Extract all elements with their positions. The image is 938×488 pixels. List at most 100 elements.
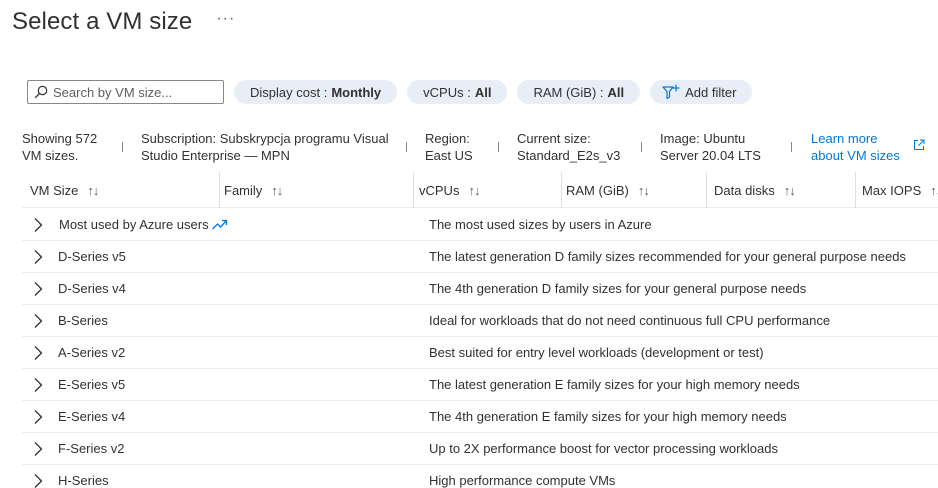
vm-count-line-1: Showing 572 bbox=[22, 131, 98, 146]
chevron-right-icon[interactable] bbox=[32, 441, 44, 457]
search-icon bbox=[34, 85, 48, 99]
series-description: High performance compute VMs bbox=[429, 473, 616, 488]
image-line-1: Image: Ubuntu bbox=[660, 131, 746, 146]
current-size-line-2: Standard_E2s_v3 bbox=[517, 148, 621, 163]
subscription-line-1: Subscription: Subskrypcja programu Visua… bbox=[141, 131, 389, 146]
sort-icon: ↑↓ bbox=[637, 182, 650, 198]
region-line-2: East US bbox=[425, 148, 473, 163]
series-description: Ideal for workloads that do not need con… bbox=[429, 313, 831, 328]
column-header-label: Family bbox=[224, 182, 263, 198]
vcpus-filter-value: All bbox=[474, 84, 492, 100]
table-row[interactable]: H-Series High performance compute VMs bbox=[22, 465, 938, 488]
vm-series-list: Most used by Azure users The most used s… bbox=[22, 209, 938, 488]
subscription-line-2: Studio Enterprise — MPN bbox=[141, 148, 290, 163]
image-line-2: Server 20.04 LTS bbox=[660, 148, 761, 163]
column-header-max-iops[interactable]: Max IOPS ↑↓ bbox=[854, 172, 938, 208]
add-filter-icon bbox=[662, 84, 680, 100]
title-row: Select a VM size ··· bbox=[12, 8, 235, 36]
chevron-right-icon[interactable] bbox=[32, 313, 44, 329]
sort-icon: ↑↓ bbox=[271, 182, 283, 198]
page-title: Select a VM size bbox=[12, 8, 193, 35]
trending-up-icon bbox=[212, 219, 228, 230]
table-row[interactable]: E-Series v4 The 4th generation E family … bbox=[22, 401, 938, 433]
image-info: Image: Ubuntu Server 20.04 LTS bbox=[660, 130, 761, 164]
series-description: The most used sizes by users in Azure bbox=[429, 217, 652, 232]
series-name: A-Series v2 bbox=[58, 345, 126, 360]
sort-icon: ↑↓ bbox=[87, 182, 99, 198]
more-options-button[interactable]: ··· bbox=[216, 10, 235, 28]
ram-filter[interactable]: RAM (GiB) : All bbox=[517, 80, 641, 104]
vcpus-filter-label: vCPUs : bbox=[423, 84, 471, 100]
divider bbox=[641, 142, 642, 152]
vm-count: Showing 572 VM sizes. bbox=[22, 130, 97, 164]
current-size-line-1: Current size: bbox=[517, 131, 591, 146]
divider bbox=[122, 142, 123, 152]
column-header-label: RAM (GiB) bbox=[566, 182, 629, 198]
learn-more-line-2: about VM sizes bbox=[811, 148, 900, 163]
search-input[interactable] bbox=[53, 84, 213, 100]
series-name: E-Series v5 bbox=[58, 377, 126, 392]
display-cost-filter-value: Monthly bbox=[331, 84, 382, 100]
series-name: E-Series v4 bbox=[58, 409, 126, 424]
column-header-label: Data disks bbox=[714, 182, 775, 198]
learn-more-link[interactable]: Learn more about VM sizes bbox=[811, 130, 900, 164]
table-row[interactable]: Most used by Azure users The most used s… bbox=[22, 209, 938, 241]
column-header-label: vCPUs bbox=[419, 182, 460, 198]
series-description: Best suited for entry level workloads (d… bbox=[429, 345, 764, 360]
divider bbox=[406, 142, 407, 152]
chevron-right-icon[interactable] bbox=[32, 345, 44, 361]
column-header-label: VM Size bbox=[30, 182, 79, 198]
column-header-ram[interactable]: RAM (GiB) ↑↓ bbox=[558, 172, 706, 208]
table-row[interactable]: E-Series v5 The latest generation E fami… bbox=[22, 369, 938, 401]
table-row[interactable]: B-Series Ideal for workloads that do not… bbox=[22, 305, 938, 337]
series-name: D-Series v5 bbox=[58, 249, 126, 264]
chevron-right-icon[interactable] bbox=[32, 377, 44, 393]
ram-filter-label: RAM (GiB) : bbox=[533, 84, 604, 100]
series-description: The 4th generation E family sizes for yo… bbox=[429, 409, 787, 424]
chevron-right-icon[interactable] bbox=[32, 409, 44, 425]
chevron-right-icon[interactable] bbox=[32, 249, 44, 265]
vm-size-page: Select a VM size ··· Display cost :Month… bbox=[0, 0, 938, 488]
divider bbox=[498, 142, 499, 152]
series-description: Up to 2X performance boost for vector pr… bbox=[429, 441, 779, 456]
subscription-info: Subscription: Subskrypcja programu Visua… bbox=[141, 130, 389, 164]
series-name: Most used by Azure users bbox=[59, 217, 209, 232]
add-filter-label: Add filter bbox=[685, 84, 737, 100]
region-info: Region: East US bbox=[425, 130, 473, 164]
table-row[interactable]: D-Series v4 The 4th generation D family … bbox=[22, 273, 938, 305]
column-header-data-disks[interactable]: Data disks ↑↓ bbox=[706, 172, 854, 208]
toolbar: Display cost :Monthly vCPUs :All RAM (Gi… bbox=[27, 80, 753, 104]
table-row[interactable]: F-Series v2 Up to 2X performance boost f… bbox=[22, 433, 938, 465]
chevron-right-icon[interactable] bbox=[32, 217, 44, 233]
column-header-vm-size[interactable]: VM Size ↑↓ bbox=[22, 172, 219, 208]
current-size-info: Current size: Standard_E2s_v3 bbox=[517, 130, 620, 164]
column-header-family[interactable]: Family ↑↓ bbox=[216, 172, 412, 208]
vm-count-line-2: VM sizes. bbox=[22, 148, 79, 163]
sort-icon: ↑↓ bbox=[468, 182, 480, 198]
chevron-right-icon[interactable] bbox=[32, 473, 44, 488]
external-link-icon[interactable] bbox=[913, 139, 925, 151]
series-name: F-Series v2 bbox=[58, 441, 125, 456]
display-cost-filter[interactable]: Display cost : Monthly bbox=[234, 80, 398, 104]
series-description: The latest generation D family sizes rec… bbox=[429, 249, 906, 264]
table-row[interactable]: D-Series v5 The latest generation D fami… bbox=[22, 241, 938, 273]
sort-icon: ↑↓ bbox=[930, 182, 938, 198]
table-row[interactable]: A-Series v2 Best suited for entry level … bbox=[22, 337, 938, 369]
vcpus-filter[interactable]: vCPUs : All bbox=[407, 80, 508, 104]
series-description: The latest generation E family sizes for… bbox=[429, 377, 800, 392]
series-name: H-Series bbox=[58, 473, 109, 488]
series-name: B-Series bbox=[58, 313, 108, 328]
series-name: D-Series v4 bbox=[58, 281, 126, 296]
add-filter-button[interactable]: Add filter bbox=[650, 80, 753, 104]
table-header: VM Size ↑↓ Family ↑↓ vCPUs ↑↓ RAM (GiB) ↑↓ D… bbox=[22, 172, 938, 208]
column-header-vcpus[interactable]: vCPUs ↑↓ bbox=[411, 172, 561, 208]
column-header-label: Max IOPS bbox=[862, 182, 922, 198]
learn-more-line-1: Learn more bbox=[811, 131, 878, 146]
display-cost-filter-label: Display cost : bbox=[250, 84, 328, 100]
ram-filter-value: All bbox=[607, 84, 625, 100]
series-description: The 4th generation D family sizes for yo… bbox=[429, 281, 807, 296]
search-box[interactable] bbox=[27, 80, 224, 104]
chevron-right-icon[interactable] bbox=[32, 281, 44, 297]
sort-icon: ↑↓ bbox=[783, 182, 796, 198]
divider bbox=[791, 142, 792, 152]
